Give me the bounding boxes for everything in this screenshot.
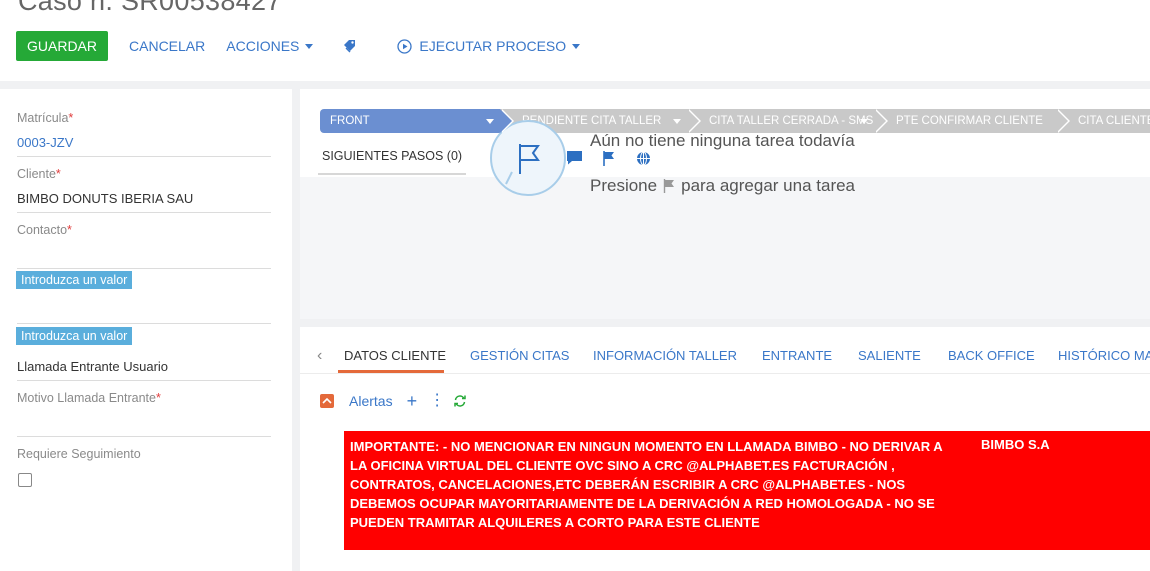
stage-bar: FRONT PENDIENTE CITA TALLER CITA TALLER … xyxy=(320,109,1150,133)
chat-icon[interactable] xyxy=(567,151,582,166)
tab-gestion-citas[interactable]: GESTIÓN CITAS xyxy=(470,348,569,363)
plus-icon[interactable]: + xyxy=(407,392,418,410)
toolbar: GUARDAR CANCELAR ACCIONES EJECUTAR PROCE… xyxy=(16,31,581,61)
globe-icon[interactable] xyxy=(636,151,651,166)
stage-front[interactable]: FRONT xyxy=(320,109,514,133)
matricula-field[interactable]: Matrícula* 0003-JZV xyxy=(17,111,271,157)
chevron-left-icon[interactable]: ‹ xyxy=(317,347,322,365)
refresh-icon[interactable] xyxy=(453,394,467,408)
requiere-seguimiento-field: Requiere Seguimiento xyxy=(17,447,271,467)
motivo-value[interactable] xyxy=(17,415,271,433)
tasks-empty-state xyxy=(300,177,1150,319)
stage-pte-confirmar-cliente[interactable]: PTE CONFIRMAR CLIENTE xyxy=(874,109,1070,133)
alert-company: BIMBO S.A xyxy=(981,437,1050,452)
tab-entrante[interactable]: ENTRANTE xyxy=(762,348,832,363)
placeholder-badge: Introduzca un valor xyxy=(16,271,133,289)
alerts-title[interactable]: Alertas xyxy=(349,393,393,409)
tabs-panel: ‹ DATOS CLIENTE GESTIÓN CITAS INFORMACIÓ… xyxy=(300,327,1150,571)
run-process-button[interactable]: EJECUTAR PROCESO xyxy=(419,38,581,54)
next-steps-underline xyxy=(318,173,466,175)
tipo-llamada-value[interactable]: Llamada Entrante Usuario xyxy=(17,359,271,377)
empty-state-line2: Presione para agregar una tarea xyxy=(590,176,856,195)
requiere-seguimiento-label: Requiere Seguimiento xyxy=(17,447,141,461)
contacto-value[interactable] xyxy=(17,247,271,265)
stage-cita-taller-cerrada[interactable]: CITA TALLER CERRADA - SMS... xyxy=(687,109,888,133)
tab-informacion-taller[interactable]: INFORMACIÓN TALLER xyxy=(593,348,737,363)
matricula-value[interactable]: 0003-JZV xyxy=(17,135,271,153)
motivo-field[interactable]: Motivo Llamada Entrante* xyxy=(17,391,271,437)
flag-icon[interactable] xyxy=(602,151,616,166)
motivo-label: Motivo Llamada Entrante xyxy=(17,391,156,405)
kebab-menu-icon[interactable]: ⋮ xyxy=(429,393,445,409)
tab-historico-mat[interactable]: HISTÓRICO MAT xyxy=(1058,348,1150,363)
tabs-divider xyxy=(300,373,1150,374)
empty-field-1[interactable] xyxy=(17,295,271,324)
collapse-icon[interactable] xyxy=(320,394,334,408)
alert-message: IMPORTANTE: - NO MENCIONAR EN NINGUN MOM… xyxy=(350,439,943,530)
tab-datos-cliente[interactable]: DATOS CLIENTE xyxy=(344,348,446,363)
chevron-down-icon xyxy=(673,119,681,124)
tab-back-office[interactable]: BACK OFFICE xyxy=(948,348,1035,363)
tab-saliente[interactable]: SALIENTE xyxy=(858,348,921,363)
contacto-field[interactable]: Contacto* xyxy=(17,223,271,269)
stage-cita-cliente[interactable]: CITA CLIENTE C xyxy=(1056,109,1150,133)
stages-panel: FRONT PENDIENTE CITA TALLER CITA TALLER … xyxy=(300,89,1150,319)
cancel-button[interactable]: CANCELAR xyxy=(129,38,205,54)
chevron-down-icon xyxy=(305,43,314,49)
save-button[interactable]: GUARDAR xyxy=(16,31,109,61)
alert-banner: IMPORTANTE: - NO MENCIONAR EN NINGUN MOM… xyxy=(344,431,1150,550)
cliente-value[interactable]: BIMBO DONUTS IBERIA SAU xyxy=(17,191,271,209)
matricula-label: Matrícula xyxy=(17,111,69,125)
contacto-label: Contacto xyxy=(17,223,68,237)
actions-label: ACCIONES xyxy=(226,38,300,54)
chevron-down-icon xyxy=(860,119,868,124)
play-circle-icon[interactable] xyxy=(397,38,413,54)
empty-state-line1: Aún no tiene ninguna tarea todavía xyxy=(590,131,855,150)
tag-icon[interactable] xyxy=(343,39,357,53)
cliente-field[interactable]: Cliente* BIMBO DONUTS IBERIA SAU xyxy=(17,167,271,213)
requiere-seguimiento-checkbox[interactable] xyxy=(18,473,32,487)
actions-menu-button[interactable]: ACCIONES xyxy=(226,38,314,54)
placeholder-badge: Introduzca un valor xyxy=(16,327,133,345)
flag-icon xyxy=(663,179,675,193)
page-title: Caso n. SR00538427 xyxy=(18,0,282,16)
next-steps-tab[interactable]: SIGUIENTES PASOS (0) xyxy=(322,149,462,163)
chevron-down-icon xyxy=(572,43,581,49)
alerts-header: Alertas + ⋮ xyxy=(320,392,467,410)
run-process-label: EJECUTAR PROCESO xyxy=(419,38,567,54)
tipo-llamada-field[interactable]: Llamada Entrante Usuario xyxy=(17,345,271,381)
cliente-label: Cliente xyxy=(17,167,56,181)
